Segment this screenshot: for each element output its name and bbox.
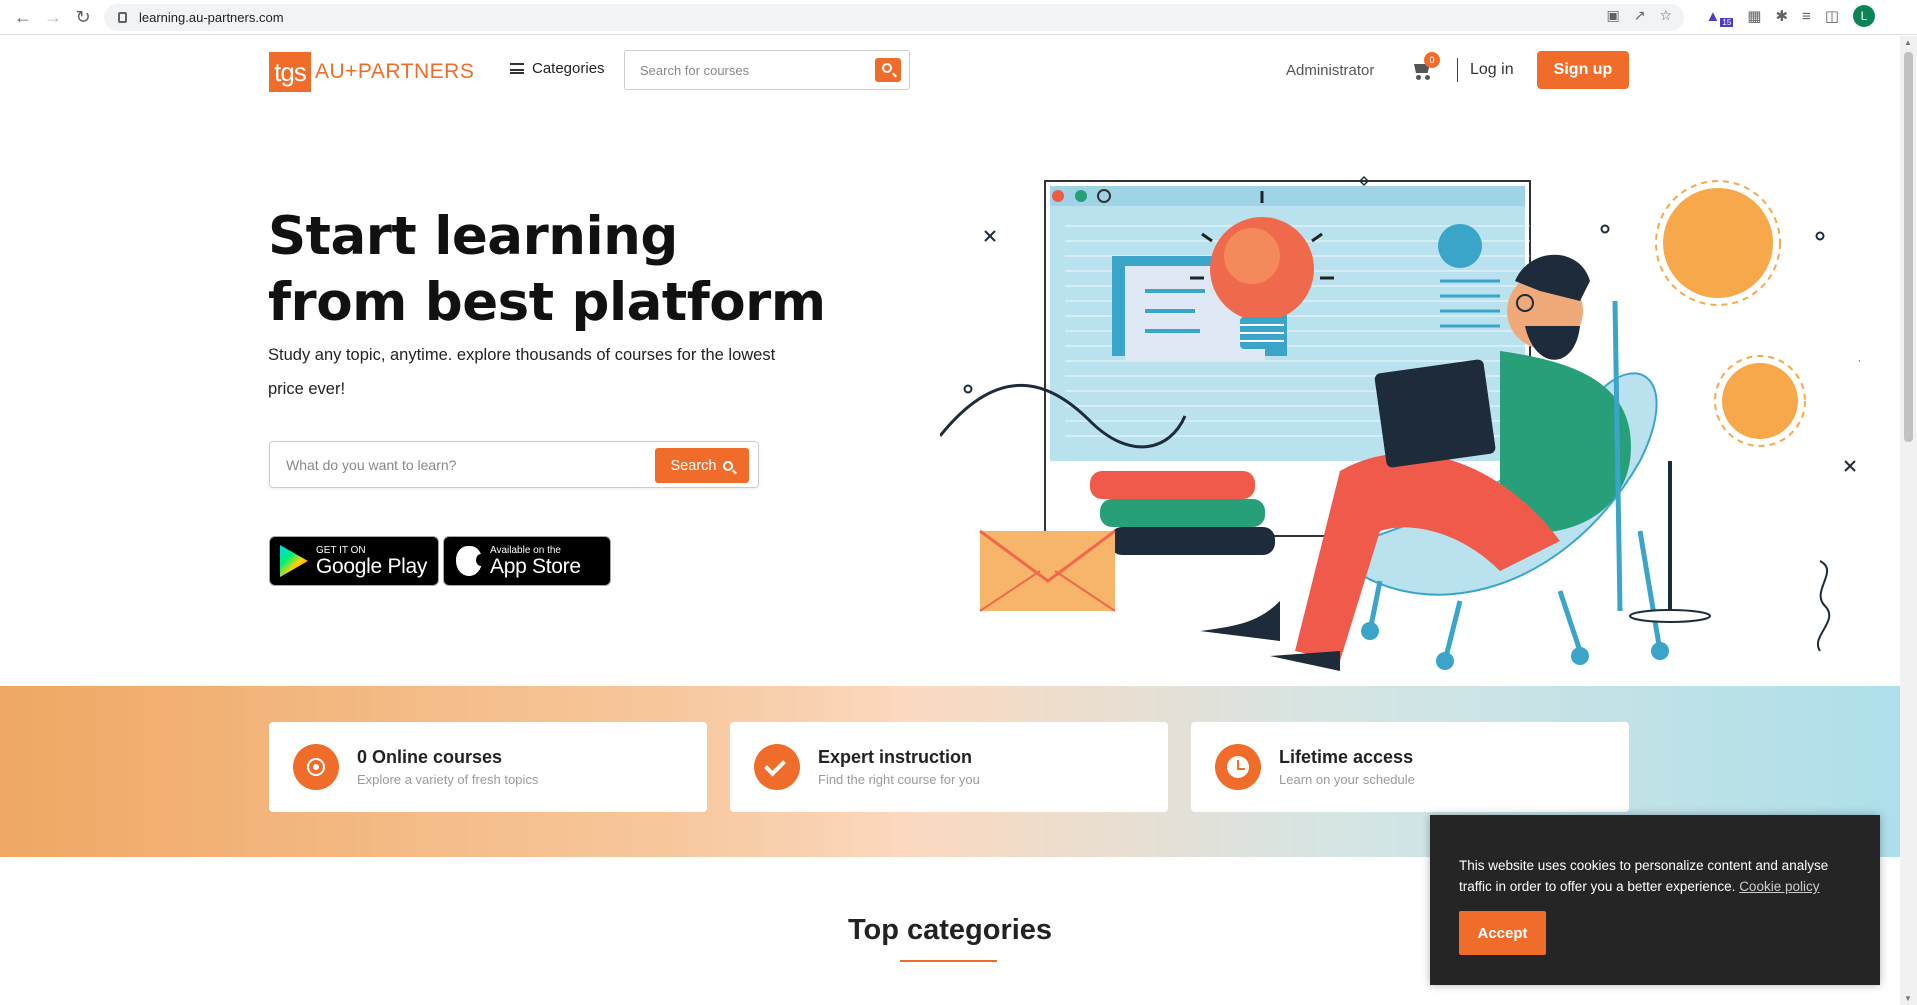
target-icon xyxy=(293,744,339,790)
site-logo[interactable]: tgs AU+PARTNERS xyxy=(269,52,474,92)
feature-card-instruction: Expert instruction Find the right course… xyxy=(730,722,1168,812)
login-link[interactable]: Log in xyxy=(1470,61,1514,79)
search-icon xyxy=(723,460,734,471)
search-icon xyxy=(882,63,892,73)
categories-button[interactable]: Categories xyxy=(510,60,605,77)
cookie-banner: This website uses cookies to personalize… xyxy=(1430,815,1880,985)
scroll-down-arrow[interactable]: ▼ xyxy=(1904,994,1912,1003)
scrollbar-thumb[interactable] xyxy=(1904,52,1913,442)
feature-subtitle: Explore a variety of fresh topics xyxy=(357,772,539,787)
google-play-small-text: GET IT ON xyxy=(316,544,366,556)
extension-icon[interactable]: ▲ xyxy=(1706,8,1721,25)
extension-icon-2[interactable]: ▦ xyxy=(1747,7,1761,25)
feature-subtitle: Learn on your schedule xyxy=(1279,772,1415,787)
back-icon[interactable]: ← xyxy=(8,2,38,32)
omnibox-actions: ▣ ↗ ☆ xyxy=(1606,7,1672,24)
share-icon[interactable]: ↗ xyxy=(1634,7,1646,24)
forward-icon[interactable]: → xyxy=(38,2,68,32)
categories-label: Categories xyxy=(532,60,605,77)
browser-toolbar: ← → ↻ learning.au-partners.com ▣ ↗ ☆ ▲ 1… xyxy=(0,0,1917,35)
hero-search-input[interactable]: What do you want to learn? Search xyxy=(269,441,759,488)
feature-title: 0 Online courses xyxy=(357,747,503,767)
puzzle-icon[interactable]: ✱ xyxy=(1775,7,1788,25)
bookmark-star-icon[interactable]: ☆ xyxy=(1659,7,1672,24)
clock-icon xyxy=(1215,744,1261,790)
google-play-badge[interactable]: GET IT ON Google Play xyxy=(269,536,439,586)
logo-box: tgs xyxy=(269,52,311,92)
url-text: learning.au-partners.com xyxy=(139,10,284,25)
header-search-placeholder: Search for courses xyxy=(640,62,750,78)
translate-icon[interactable]: ▣ xyxy=(1606,7,1619,24)
lock-icon[interactable] xyxy=(118,12,127,23)
google-play-icon xyxy=(280,545,308,577)
hero-search-placeholder: What do you want to learn? xyxy=(286,456,457,473)
profile-avatar[interactable]: L xyxy=(1853,5,1875,27)
page-scrollbar[interactable]: ▲ ▼ xyxy=(1900,36,1917,1005)
hero-search-button[interactable]: Search xyxy=(655,448,749,483)
cookie-accept-button[interactable]: Accept xyxy=(1459,911,1546,955)
extension-badge: 15 xyxy=(1720,17,1734,27)
reload-icon[interactable]: ↻ xyxy=(68,2,98,32)
check-icon xyxy=(754,744,800,790)
hero-title: Start learning from best platform xyxy=(268,206,826,333)
hero-illustration xyxy=(940,175,1860,671)
administrator-link[interactable]: Administrator xyxy=(1286,62,1374,79)
app-store-large-text: App Store xyxy=(490,554,581,578)
logo-text: AU+PARTNERS xyxy=(315,60,475,83)
header-search-input[interactable]: Search for courses xyxy=(624,50,910,90)
browser-nav: ← → ↻ xyxy=(8,2,98,32)
heading-underline xyxy=(900,960,997,962)
menu-icon xyxy=(510,63,524,74)
scroll-up-arrow[interactable]: ▲ xyxy=(1904,38,1912,47)
feature-card-access: Lifetime access Learn on your schedule xyxy=(1191,722,1629,812)
app-store-small-text: Available on the xyxy=(490,544,561,556)
apple-icon xyxy=(456,546,486,576)
google-play-large-text: Google Play xyxy=(316,554,428,578)
feature-card-courses: 0 Online courses Explore a variety of fr… xyxy=(269,722,707,812)
header-search-button[interactable] xyxy=(875,58,901,82)
header-divider xyxy=(1457,58,1458,82)
cart-count-badge: 0 xyxy=(1424,52,1440,68)
cookie-policy-link[interactable]: Cookie policy xyxy=(1739,879,1819,894)
signup-button[interactable]: Sign up xyxy=(1537,51,1629,89)
reading-list-icon[interactable]: ≡ xyxy=(1802,8,1811,25)
hero-search-button-label: Search xyxy=(670,457,717,474)
feature-subtitle: Find the right course for you xyxy=(818,772,980,787)
extensions-area: ▲ 15 ▦ ✱ ≡ ◫ L xyxy=(1706,5,1875,27)
feature-title: Lifetime access xyxy=(1279,747,1414,767)
feature-title: Expert instruction xyxy=(818,747,973,767)
cookie-message: This website uses cookies to personalize… xyxy=(1459,855,1859,897)
hero-subtitle: Study any topic, anytime. explore thousa… xyxy=(268,346,776,398)
app-store-badge[interactable]: Available on the App Store xyxy=(443,536,611,586)
address-bar[interactable]: learning.au-partners.com ▣ ↗ ☆ xyxy=(104,4,1684,31)
side-panel-icon[interactable]: ◫ xyxy=(1825,7,1839,25)
